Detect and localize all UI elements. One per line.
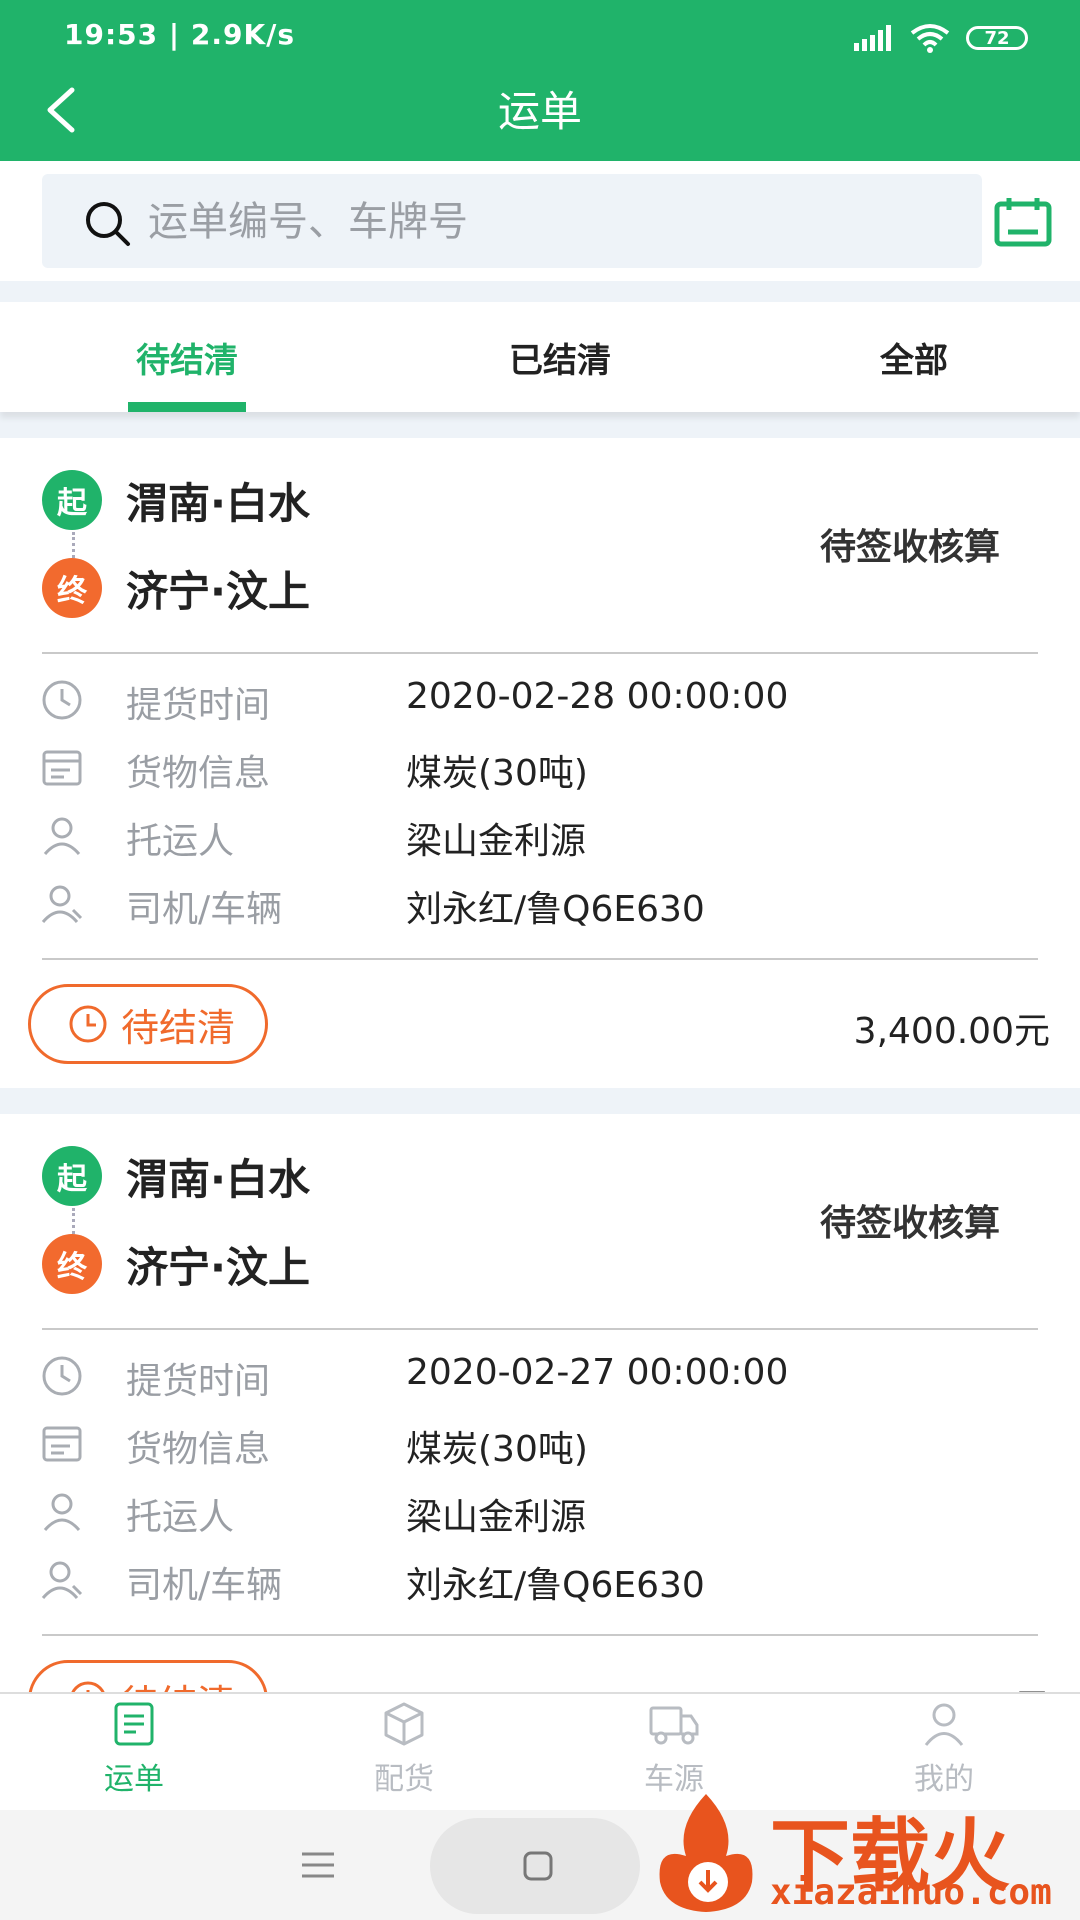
clock-icon [42, 1356, 82, 1396]
divider [42, 958, 1038, 960]
destination-label: 济宁·汶上 [126, 567, 310, 616]
shipper-value: 梁山金利源 [406, 821, 587, 862]
user-icon [43, 1493, 81, 1532]
status-bar-time: 19:53 | 2.9K/s [64, 18, 296, 51]
watermark-logo [659, 1794, 753, 1912]
pickup-time-value: 2020-02-27 00:00:00 [406, 1352, 789, 1393]
document-icon [42, 1426, 82, 1462]
clock-icon [69, 1005, 107, 1043]
start-badge: 起 [42, 1146, 102, 1206]
order-amount: 3,400.00元 [853, 1011, 1050, 1052]
menu-icon[interactable] [300, 1850, 336, 1880]
pickup-time-label: 提货时间 [126, 1361, 271, 1402]
box-icon [384, 1702, 424, 1746]
user-icon [43, 817, 81, 856]
divider [42, 652, 1038, 654]
route-connector [72, 532, 75, 558]
nav-profile[interactable]: 我的 [854, 1700, 1034, 1804]
nav-waybill-label: 运单 [104, 1762, 164, 1797]
profile-icon [924, 1703, 964, 1746]
home-icon[interactable] [522, 1850, 554, 1882]
tab-all[interactable]: 全部 [814, 302, 1014, 412]
cargo-info-label: 货物信息 [126, 753, 271, 794]
search-input[interactable] [146, 190, 950, 254]
wifi-icon [910, 24, 950, 53]
nav-waybill[interactable]: 运单 [44, 1700, 224, 1804]
waybill-icon [114, 1702, 154, 1746]
truck-icon [649, 1706, 699, 1745]
shipper-value: 梁山金利源 [406, 1497, 587, 1538]
driver-icon [41, 1561, 83, 1600]
driver-icon [41, 885, 83, 924]
cargo-info-value: 煤炭(30吨) [406, 1429, 588, 1470]
divider [42, 1328, 1038, 1330]
signal-icon [854, 25, 891, 51]
driver-vehicle-value: 刘永红/鲁Q6E630 [406, 1565, 705, 1606]
calendar-icon[interactable] [994, 196, 1052, 248]
shipper-label: 托运人 [126, 821, 235, 862]
tab-pending[interactable]: 待结清 [87, 302, 287, 412]
settle-status-button[interactable]: 待结清 [28, 984, 269, 1064]
driver-vehicle-label: 司机/车辆 [126, 1565, 283, 1606]
battery-indicator: 72 [966, 26, 1028, 50]
nav-dispatch[interactable]: 配货 [314, 1700, 494, 1804]
end-badge: 终 [42, 558, 102, 618]
shipper-label: 托运人 [126, 1497, 235, 1538]
tab-active-indicator [128, 402, 246, 412]
search-icon [86, 202, 130, 246]
settle-status-label: 待结清 [121, 1005, 236, 1050]
start-badge: 起 [42, 470, 102, 530]
destination-label: 济宁·汶上 [126, 1243, 310, 1292]
pickup-time-label: 提货时间 [126, 685, 271, 726]
status-bar-icons: 72 [854, 22, 1028, 54]
pickup-time-value: 2020-02-28 00:00:00 [406, 676, 789, 717]
origin-label: 渭南·白水 [126, 1155, 310, 1204]
order-status: 待签收核算 [820, 1203, 1001, 1244]
cargo-info-label: 货物信息 [126, 1429, 271, 1470]
order-status: 待签收核算 [820, 527, 1001, 568]
clock-icon [42, 680, 82, 720]
divider [42, 1634, 1038, 1636]
end-badge: 终 [42, 1234, 102, 1294]
page-title: 运单 [497, 87, 582, 136]
watermark-url: xiazaihuo.com [770, 1872, 1052, 1913]
tab-settled[interactable]: 已结清 [460, 302, 660, 412]
origin-label: 渭南·白水 [126, 479, 310, 528]
document-icon [42, 750, 82, 786]
nav-dispatch-label: 配货 [374, 1762, 434, 1797]
route-connector [72, 1208, 75, 1234]
driver-vehicle-label: 司机/车辆 [126, 889, 283, 930]
driver-vehicle-value: 刘永红/鲁Q6E630 [406, 889, 705, 930]
cargo-info-value: 煤炭(30吨) [406, 753, 588, 794]
